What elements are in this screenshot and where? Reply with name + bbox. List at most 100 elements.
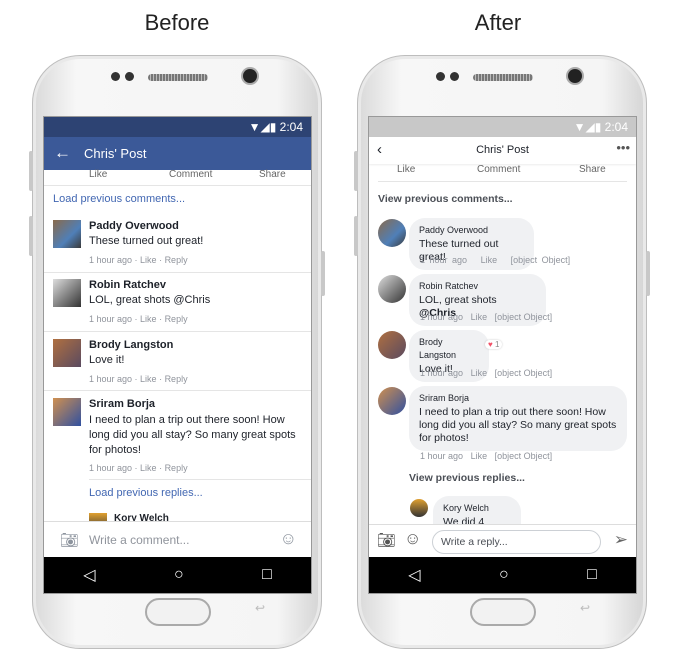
recents-nav-icon[interactable]: □	[587, 566, 597, 584]
comment-author[interactable]: Brody Langston	[89, 339, 173, 351]
view-previous-comments-link[interactable]: View previous comments...	[378, 193, 513, 205]
load-previous-comments-link[interactable]: Load previous comments...	[53, 193, 185, 205]
comment-time: 1 hour ago	[89, 255, 133, 265]
reply-link[interactable]: Reply	[165, 463, 188, 473]
reply-author[interactable]: Kory Welch	[443, 502, 511, 515]
wifi-signal-battery-icon: ▼◢▮	[573, 120, 605, 134]
home-button[interactable]	[145, 598, 211, 626]
page-title: Chris' Post	[84, 146, 147, 161]
reply-input-bar: 📷︎ ☺ Write a reply... ➢	[369, 524, 636, 559]
like-link[interactable]: Like	[481, 255, 498, 265]
before-screen: ▼◢▮ 2:04 ← Chris' Post Like Comment Shar…	[43, 116, 312, 594]
reply-link[interactable]: Reply	[165, 314, 188, 324]
comment-time: 1 hour ago	[420, 312, 464, 322]
view-previous-replies-link[interactable]: View previous replies...	[409, 472, 525, 484]
comment-author[interactable]: Robin Ratchev	[419, 280, 536, 293]
comment-author[interactable]: Brody Langston	[419, 336, 479, 362]
like-link[interactable]: Like	[140, 314, 157, 324]
comment-author[interactable]: Paddy Overwood	[89, 220, 179, 232]
back-arrow-icon[interactable]: ←	[54, 143, 71, 163]
status-bar: ▼◢▮ 2:04	[369, 117, 636, 137]
reaction-badge[interactable]: ♥ 1	[485, 340, 503, 349]
avatar[interactable]	[53, 220, 81, 248]
like-action[interactable]: Like	[89, 169, 107, 180]
comment-time: 1 hour ago	[420, 368, 464, 378]
status-bar: ▼◢▮ 2:04	[44, 117, 311, 137]
status-time: 2:04	[604, 120, 628, 134]
reply-link[interactable]: [object Object]	[495, 312, 553, 322]
comment-author[interactable]: Paddy Overwood	[419, 224, 524, 237]
reply-link[interactable]: [object Object]	[511, 255, 571, 265]
share-action[interactable]: Share	[259, 169, 286, 180]
android-nav-bar: ◁ ○ □	[44, 557, 311, 593]
app-header: ← Chris' Post	[44, 137, 311, 170]
reply-avatar[interactable]	[410, 499, 428, 517]
avatar[interactable]	[53, 398, 81, 426]
reply-link[interactable]: [object Object]	[495, 451, 553, 461]
send-icon[interactable]: ➢	[614, 530, 628, 550]
before-label: Before	[144, 10, 210, 35]
back-nav-icon[interactable]: ◁	[408, 565, 420, 585]
comment-text: I need to plan a trip out there soon! Ho…	[419, 406, 617, 444]
status-time: 2:04	[279, 120, 303, 134]
home-button[interactable]	[470, 598, 536, 626]
emoji-icon[interactable]: ☺	[280, 529, 297, 549]
like-link[interactable]: Like	[471, 368, 488, 378]
comment-text: I need to plan a trip out there soon! Ho…	[89, 414, 296, 456]
after-label: After	[474, 10, 522, 35]
front-camera	[568, 69, 582, 83]
emoji-icon[interactable]: ☺	[404, 529, 421, 549]
like-action[interactable]: Like	[397, 164, 415, 175]
comment-input-bar: 📷︎ Write a comment... ☺	[44, 521, 311, 559]
like-link[interactable]: Like	[140, 374, 157, 384]
comment-input[interactable]: Write a comment...	[89, 533, 189, 547]
comment-text: LOL, great shots	[419, 294, 497, 306]
camera-icon[interactable]: 📷︎	[60, 531, 79, 549]
after-phone: ▼◢▮ 2:04 ‹ Chris' Post ••• Like Comment …	[354, 55, 650, 649]
comment-author[interactable]: Sriram Borja	[419, 392, 617, 405]
front-camera	[243, 69, 257, 83]
reply-link[interactable]: Reply	[165, 374, 188, 384]
avatar[interactable]	[53, 279, 81, 307]
avatar[interactable]	[53, 339, 81, 367]
comment-text: LOL, great shots @Chris	[89, 294, 211, 306]
avatar[interactable]	[378, 219, 406, 247]
comment-author[interactable]: Sriram Borja	[89, 398, 155, 410]
comment-bubble: Sriram Borja I need to plan a trip out th…	[409, 386, 627, 451]
comment-text: These turned out great!	[89, 235, 204, 247]
reply-input[interactable]: Write a reply...	[432, 530, 601, 554]
more-options-icon[interactable]: •••	[616, 140, 630, 155]
page-title: Chris' Post	[476, 144, 529, 156]
avatar[interactable]	[378, 331, 406, 359]
wifi-signal-battery-icon: ▼◢▮	[248, 120, 280, 134]
home-nav-icon[interactable]: ○	[174, 566, 184, 584]
comment-text: Love it!	[89, 354, 125, 366]
comment-time: 1 hour ago	[89, 314, 133, 324]
like-link[interactable]: Like	[140, 463, 157, 473]
android-nav-bar: ◁ ○ □	[369, 557, 636, 593]
comment-action[interactable]: Comment	[477, 164, 520, 175]
like-link[interactable]: Like	[471, 451, 488, 461]
share-action[interactable]: Share	[579, 164, 606, 175]
home-nav-icon[interactable]: ○	[499, 566, 509, 584]
comment-time: 1 hour ago	[420, 451, 464, 461]
like-link[interactable]: Like	[140, 255, 157, 265]
reaction-count: 1	[494, 340, 500, 349]
back-nav-icon[interactable]: ◁	[83, 565, 95, 585]
before-phone: ▼◢▮ 2:04 ← Chris' Post Like Comment Shar…	[29, 55, 325, 649]
comment-time: 1 hour ago	[89, 463, 133, 473]
avatar[interactable]	[378, 387, 406, 415]
comment-time: 1 hour ago	[420, 255, 468, 265]
avatar[interactable]	[378, 275, 406, 303]
reply-link[interactable]: Reply	[165, 255, 188, 265]
recents-nav-icon[interactable]: □	[262, 566, 272, 584]
comment-time: 1 hour ago	[89, 374, 133, 384]
like-link[interactable]: Like	[471, 312, 488, 322]
reply-link[interactable]: [object Object]	[495, 368, 553, 378]
after-screen: ▼◢▮ 2:04 ‹ Chris' Post ••• Like Comment …	[368, 116, 637, 594]
load-previous-replies-link[interactable]: Load previous replies...	[89, 487, 203, 499]
comment-author[interactable]: Robin Ratchev	[89, 279, 166, 291]
comment-action[interactable]: Comment	[169, 169, 212, 180]
love-reaction-icon: ♥	[488, 340, 493, 349]
camera-icon[interactable]: 📷︎	[377, 531, 396, 549]
